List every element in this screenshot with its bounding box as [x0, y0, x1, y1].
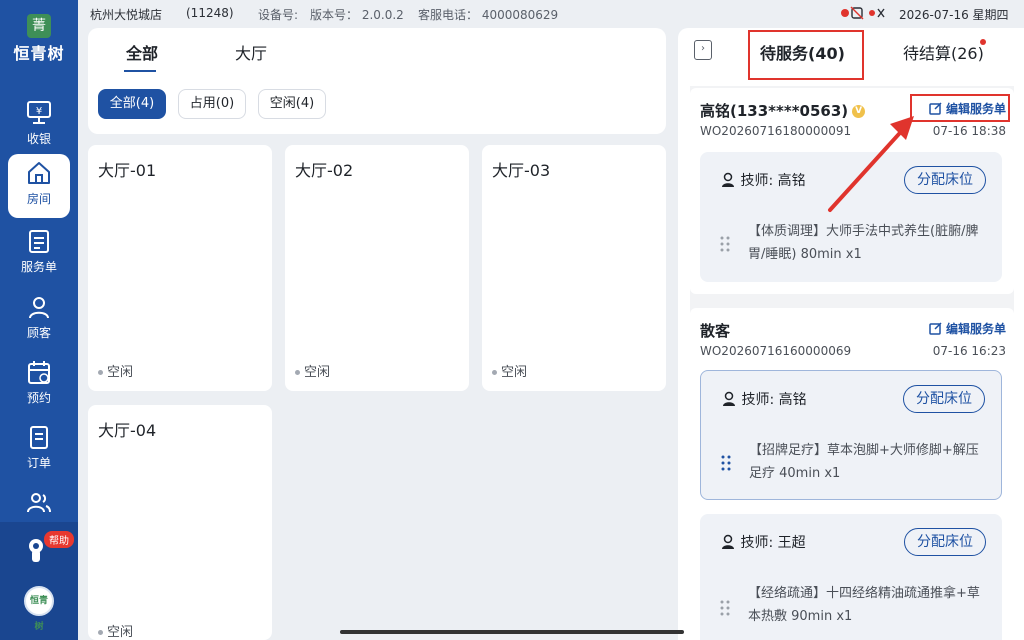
room-name: 大厅-04 [98, 421, 157, 440]
logo-mark: 菁 [27, 14, 51, 38]
home-icon [28, 162, 50, 184]
technician: 技师: 高铭 [720, 170, 806, 190]
filter-chip-occupied[interactable]: 占用(0) [178, 89, 246, 119]
customer-icon [29, 297, 49, 319]
drag-handle-icon[interactable] [720, 236, 730, 252]
nav-label: 房间 [26, 192, 51, 206]
calendar-icon [28, 361, 50, 384]
room-status: 空闲 [98, 621, 133, 640]
room-name: 大厅-03 [492, 161, 551, 180]
nav-label: 服务单 [20, 260, 57, 274]
edit-label: 编辑服务单 [945, 322, 1006, 336]
tech-prefix: 技师: [741, 392, 775, 408]
technician: 技师: 王超 [720, 532, 806, 552]
room-filter-card: 全部 大厅 全部(4) 占用(0) 空闲(4) [88, 28, 666, 134]
top-bar: 杭州大悦城店 (11248) 设备号: 版本号： 2.0.0.2 客服电话： 4… [78, 0, 1024, 28]
version-label: 版本号： 2.0.0.2 [310, 8, 404, 22]
drag-handle-icon[interactable] [720, 600, 730, 616]
home-indicator[interactable] [340, 630, 684, 634]
room-status: 空闲 [295, 361, 330, 380]
order-time: 07-16 16:23 [932, 344, 1006, 358]
technician: 技师: 高铭 [721, 389, 807, 409]
room-status: 空闲 [98, 361, 133, 380]
order-time: 07-16 18:38 [932, 124, 1006, 138]
technician-icon [722, 172, 734, 187]
status-dot [98, 630, 103, 635]
collapse-panel-icon[interactable]: › [694, 40, 712, 60]
room-status-text: 空闲 [107, 365, 134, 380]
service-item: 技师: 王超 分配床位 【经络疏通】十四经络精油疏通推拿+草本热敷 90min … [700, 514, 1002, 640]
service-description: 【招牌足疗】草本泡脚+大师修脚+解压足疗 40min x1 [749, 443, 979, 481]
notification-dot [980, 39, 986, 45]
technician-icon [722, 534, 734, 549]
nav-item-customers[interactable]: 顾客 [8, 288, 70, 352]
device-label: 设备号: [258, 8, 299, 22]
tab-pending-settlement[interactable]: 待结算(26) [903, 40, 984, 64]
tab-pending-service[interactable]: 待服务(40) [760, 40, 845, 64]
hotline-label: 客服电话： 4000080629 [418, 8, 559, 22]
drag-handle-icon[interactable] [721, 455, 731, 471]
tab-all-areas[interactable]: 全部 [126, 40, 158, 64]
nav-item-orders[interactable]: 订单 [8, 418, 70, 482]
svg-text:¥: ¥ [36, 106, 42, 117]
cashier-icon: ¥ [27, 101, 51, 124]
edit-service-order-button[interactable]: 编辑服务单 [929, 320, 1006, 337]
order-number: WO20260716160000069 [700, 344, 852, 358]
tech-name: 王超 [777, 535, 806, 551]
brand-name: 恒青树 [13, 44, 65, 63]
store-name: 杭州大悦城店 [90, 8, 163, 22]
room-status-text: 空闲 [107, 625, 134, 640]
nav-item-appointments[interactable]: 预约 [8, 353, 70, 417]
edit-icon [929, 322, 942, 335]
tech-name: 高铭 [778, 392, 807, 408]
assign-bed-button[interactable]: 分配床位 [904, 528, 986, 556]
service-description: 【体质调理】大师手法中式养生(脏腑/脾胃/睡眠) 80min x1 [748, 224, 979, 262]
room-status: 空闲 [492, 361, 527, 380]
datetime: 2026-07-16 星期四 [899, 8, 1009, 22]
tech-prefix: 技师: [740, 535, 774, 551]
active-tab-indicator [124, 70, 156, 72]
customer-name: 散客 [700, 322, 731, 340]
nav-item-cashier[interactable]: ¥ 收银 [8, 94, 70, 158]
service-item: 技师: 高铭 分配床位 【招牌足疗】草本泡脚+大师修脚+解压足疗 40min x… [700, 370, 1002, 500]
service-list-icon [29, 230, 49, 253]
technician-icon [723, 391, 735, 406]
nav-label: 收银 [26, 132, 51, 146]
status-dot [492, 370, 497, 375]
service-description: 【经络疏通】十四经络精油疏通推拿+草本热敷 90min x1 [748, 586, 980, 624]
filter-chip-all[interactable]: 全部(4) [98, 89, 166, 119]
sidebar: 菁 恒青树 ¥ 收银 房间 服务单 顾客 预约 订单 帮助 恒青树 [0, 0, 78, 640]
order-card[interactable]: 散客 编辑服务单 WO20260716160000069 07-16 16:23… [690, 308, 1014, 640]
order-icon [30, 426, 48, 449]
room-card[interactable]: 大厅-02 空闲 [285, 145, 469, 391]
assign-bed-button[interactable]: 分配床位 [903, 385, 985, 413]
staff-icon [27, 493, 51, 513]
room-card[interactable]: 大厅-04 空闲 [88, 405, 272, 640]
nav-label: 订单 [26, 456, 51, 470]
annotation-arrow [828, 116, 914, 212]
help-badge[interactable]: 帮助 [44, 531, 74, 548]
tech-name: 高铭 [777, 173, 806, 189]
status-dot [295, 370, 300, 375]
room-status-text: 空闲 [501, 365, 528, 380]
status-icons [841, 6, 885, 20]
room-name: 大厅-01 [98, 161, 157, 180]
nav-item-rooms[interactable]: 房间 [8, 154, 70, 218]
room-status-text: 空闲 [304, 365, 331, 380]
status-dot [98, 370, 103, 375]
store-id: (11248) [186, 6, 234, 20]
room-name: 大厅-02 [295, 161, 354, 180]
highlight-box [910, 94, 1010, 122]
room-card[interactable]: 大厅-03 空闲 [482, 145, 666, 391]
nav-label: 顾客 [26, 326, 51, 340]
tech-prefix: 技师: [740, 173, 774, 189]
brand-logo: 菁 恒青树 [0, 14, 78, 64]
avatar[interactable]: 恒青树 [24, 586, 54, 632]
filter-chip-free[interactable]: 空闲(4) [258, 89, 326, 119]
nav-item-staff[interactable] [8, 484, 70, 520]
room-card[interactable]: 大厅-01 空闲 [88, 145, 272, 391]
nav-item-service-orders[interactable]: 服务单 [8, 222, 70, 286]
tab-hall[interactable]: 大厅 [235, 40, 267, 64]
nav-label: 预约 [26, 391, 51, 405]
